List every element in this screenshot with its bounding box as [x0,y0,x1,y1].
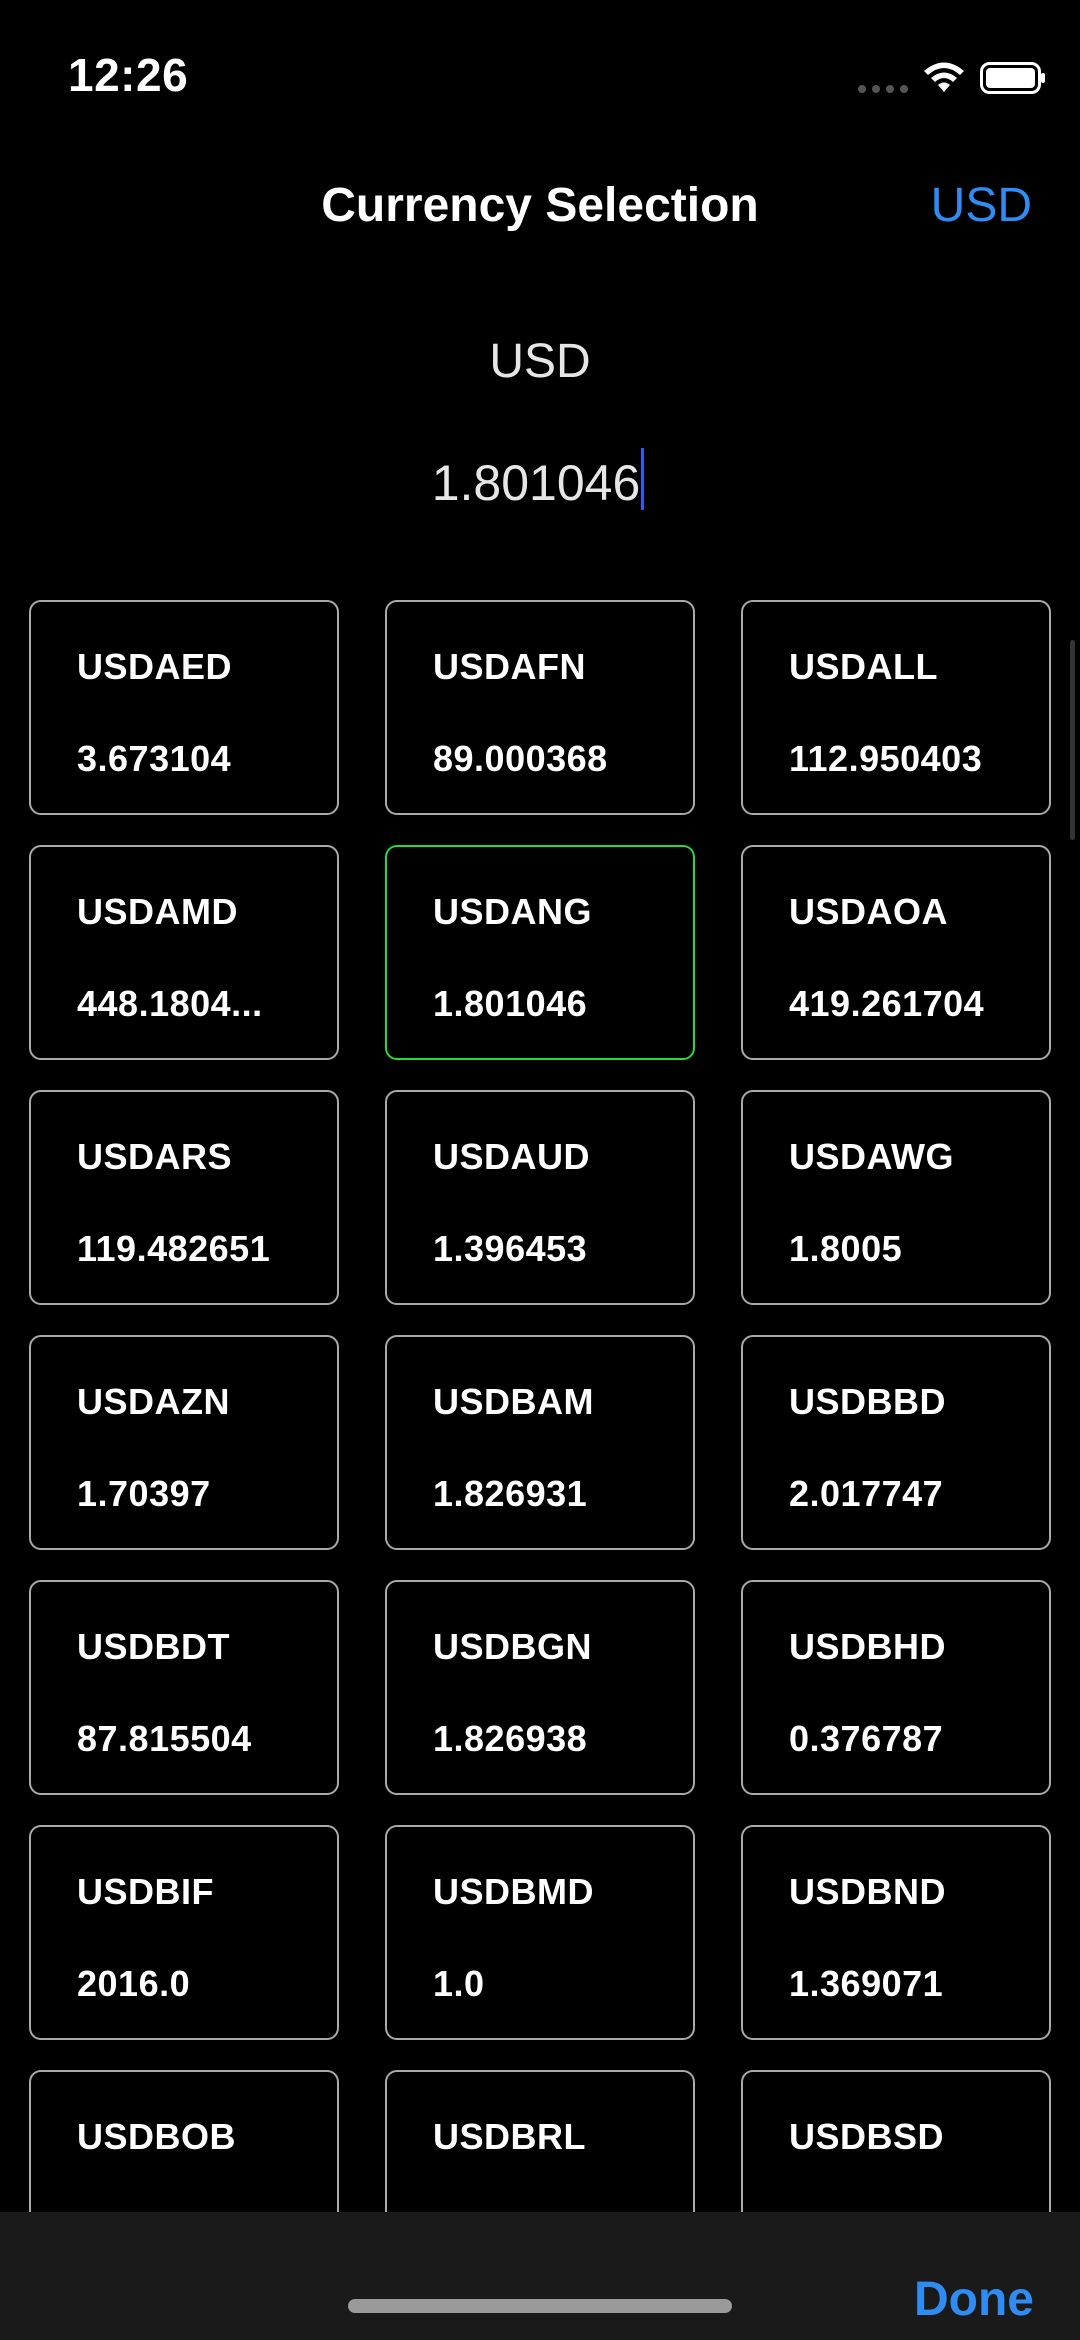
home-indicator [348,2299,732,2313]
currency-pair-code: USDBOB [77,2116,237,2157]
cellular-signal-icon [858,85,908,93]
amount-field-wrapper: 1.801046 [0,448,1080,512]
currency-pair-code: USDARS [77,1136,233,1177]
currency-card[interactable]: USDAUD 1.396453 [385,1090,695,1305]
currency-pair-code: USDAUD [433,1136,591,1177]
currency-pair-code: USDBBD [789,1381,947,1422]
done-button[interactable]: Done [914,2272,1034,2327]
exchange-rate: 1.70397 [77,1473,211,1514]
exchange-rate: 89.000368 [433,738,608,779]
exchange-rate: 112.950403 [789,738,983,779]
currency-card[interactable]: USDARS 119.482651 [29,1090,339,1305]
currency-pair-code: USDAFN [433,646,586,687]
currency-pair-code: USDBGN [433,1626,593,1667]
currency-pair-code: USDBSD [789,2116,945,2157]
currency-picker-button[interactable]: USD [931,178,1032,233]
currency-card[interactable]: USDBBD 2.017747 [741,1335,1051,1550]
exchange-rate: 2016.0 [77,1963,191,2004]
text-caret [641,448,645,510]
currency-pair-code: USDAZN [77,1381,230,1422]
status-time: 12:26 [68,49,189,101]
currency-pair-code: USDAMD [77,891,238,932]
exchange-rate: 1.0 [433,1963,485,2004]
amount-field[interactable]: 1.801046 [432,448,649,512]
currency-card[interactable]: USDBMD 1.0 [385,1825,695,2040]
currency-pair-code: USDBND [789,1871,947,1912]
exchange-rate: 448.1804... [77,983,263,1024]
currency-card[interactable]: USDBDT 87.815504 [29,1580,339,1795]
exchange-rate: 419.261704 [789,983,985,1024]
exchange-rate: 2.017747 [789,1473,944,1514]
amount-value: 1.801046 [431,455,641,511]
exchange-rate: 1.826938 [433,1718,588,1759]
wifi-icon [924,62,964,92]
currency-pair-code: USDAED [77,646,233,687]
currency-pair-code: USDBHD [789,1626,947,1667]
currency-card[interactable]: USDAMD 448.1804... [29,845,339,1060]
exchange-rate: 3.673104 [77,738,232,779]
scroll-indicator [1070,640,1075,840]
exchange-rate: 1.369071 [789,1963,944,2004]
currency-pair-code: USDBRL [433,2116,586,2157]
exchange-rate: 1.826931 [433,1473,588,1514]
currency-card[interactable]: USDAFN 89.000368 [385,600,695,815]
currency-pair-code: USDANG [433,891,593,932]
currency-card[interactable]: USDAOA 419.261704 [741,845,1051,1060]
currency-pair-code: USDALL [789,646,938,687]
rates-grid: USDAED 3.673104 USDAFN 89.000368 USDALL 112.9… [29,600,1051,2285]
currency-pair-code: USDBAM [433,1381,594,1422]
currency-card[interactable]: USDBGN 1.826938 [385,1580,695,1795]
exchange-rate: 119.482651 [77,1228,271,1269]
currency-card[interactable]: USDAED 3.673104 [29,600,339,815]
currency-card[interactable]: USDBIF 2016.0 [29,1825,339,2040]
status-bar: 12:26 [0,0,1080,150]
currency-card[interactable]: USDAZN 1.70397 [29,1335,339,1550]
battery-icon [980,62,1045,94]
currency-card[interactable]: USDBND 1.369071 [741,1825,1051,2040]
exchange-rate: 0.376787 [789,1718,944,1759]
currency-pair-code: USDAWG [789,1136,954,1177]
page-title: Currency Selection [321,179,759,232]
exchange-rate: 1.396453 [433,1228,588,1269]
exchange-rate: 87.815504 [77,1718,252,1759]
exchange-rate: 1.8005 [789,1228,903,1269]
currency-pair-code: USDBDT [77,1626,230,1667]
currency-card[interactable]: USDBHD 0.376787 [741,1580,1051,1795]
currency-card[interactable]: USDAWG 1.8005 [741,1090,1051,1305]
currency-pair-code: USDAOA [789,891,949,932]
currency-card[interactable]: USDBAM 1.826931 [385,1335,695,1550]
base-currency-label: USD [489,335,591,388]
exchange-rate: 1.801046 [433,983,588,1024]
keyboard-toolbar: Done [0,2212,1080,2340]
currency-card[interactable]: USDANG 1.801046 [385,845,695,1060]
currency-card[interactable]: USDALL 112.950403 [741,600,1051,815]
currency-pair-code: USDBIF [77,1871,214,1912]
currency-pair-code: USDBMD [433,1871,594,1912]
